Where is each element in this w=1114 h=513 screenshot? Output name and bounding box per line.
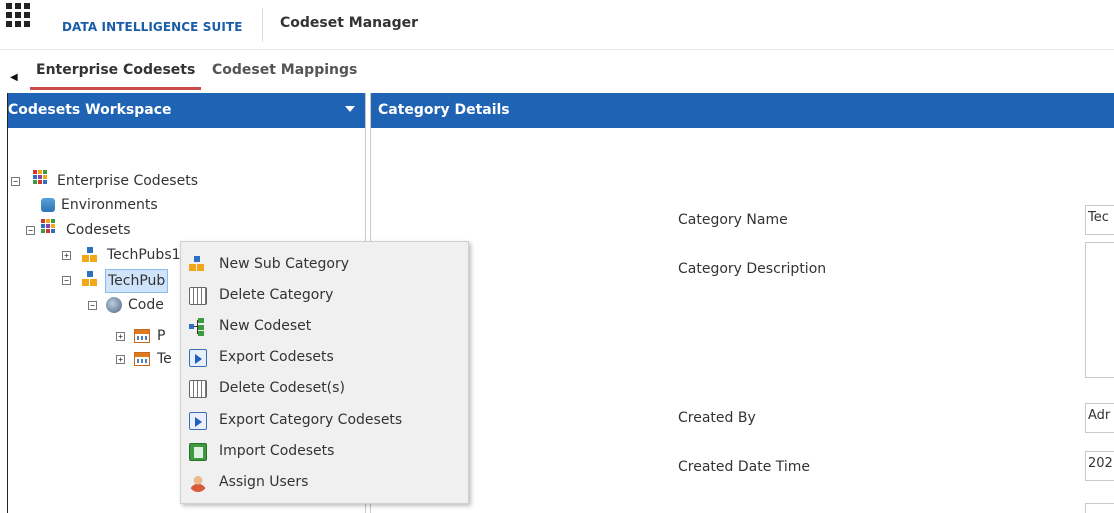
category-icon: [82, 247, 98, 263]
menu-import-codesets[interactable]: Import Codesets: [181, 437, 470, 467]
app-launcher-icon[interactable]: [6, 3, 30, 27]
collapse-toggle-icon[interactable]: −: [88, 301, 97, 310]
collapse-toggle-icon[interactable]: −: [62, 276, 71, 285]
created-by-label: Created By: [678, 410, 756, 426]
sub-category-icon: [189, 256, 207, 274]
collapse-toggle-icon[interactable]: −: [11, 177, 20, 186]
tree-label: TechPubs1: [107, 247, 181, 263]
last-modified-field: [1085, 503, 1114, 513]
created-date-label: Created Date Time: [678, 459, 811, 475]
user-icon: [189, 474, 207, 492]
category-name-input[interactable]: Tec: [1085, 205, 1114, 235]
tab-codeset-mappings[interactable]: Codeset Mappings: [212, 60, 357, 90]
suite-name[interactable]: DATA INTELLIGENCE SUITE: [62, 20, 243, 34]
expand-toggle-icon[interactable]: +: [116, 355, 125, 364]
created-by-field: Adr: [1085, 403, 1114, 433]
category-name-label: Category Name: [678, 212, 788, 228]
tree-label: Environments: [61, 197, 158, 213]
tree-label: Codesets: [66, 222, 131, 238]
codesets-icon: [41, 219, 55, 233]
table-icon: [134, 329, 150, 343]
codes-icon: [106, 297, 122, 313]
menu-export-codesets[interactable]: Export Codesets: [181, 343, 470, 373]
table-icon: [134, 352, 150, 366]
expand-toggle-icon[interactable]: +: [116, 332, 125, 341]
tab-bar: ◀ Enterprise Codesets Codeset Mappings: [0, 50, 1114, 92]
collapse-toggle-icon[interactable]: −: [26, 226, 35, 235]
menu-delete-codesets[interactable]: Delete Codeset(s): [181, 374, 470, 404]
export-icon: [189, 349, 207, 367]
category-description-label: Category Description: [678, 261, 827, 277]
workspace-dropdown-icon[interactable]: [345, 106, 355, 112]
import-excel-icon: [189, 443, 207, 461]
tree-label: Enterprise Codesets: [57, 173, 198, 189]
menu-export-category-codesets[interactable]: Export Category Codesets: [181, 406, 470, 436]
category-icon: [82, 271, 98, 287]
menu-assign-users[interactable]: Assign Users: [181, 468, 470, 498]
category-details-panel: Category Details Category Name Tec Categ…: [371, 93, 1114, 513]
tree-label: P: [157, 328, 166, 344]
tab-enterprise-codesets[interactable]: Enterprise Codesets: [30, 60, 202, 90]
environments-icon: [41, 198, 55, 212]
menu-delete-category[interactable]: Delete Category: [181, 281, 470, 311]
context-menu: New Sub Category Delete Category New Cod…: [180, 241, 469, 504]
tree-label: Code: [128, 297, 164, 313]
tree-node-environments[interactable]: Environments: [41, 194, 158, 218]
menu-new-sub-category[interactable]: New Sub Category: [181, 250, 470, 280]
category-description-input[interactable]: [1085, 242, 1114, 378]
tree-label-selected: TechPub: [105, 269, 169, 293]
export-icon: [189, 412, 207, 430]
category-details-title: Category Details: [371, 93, 1114, 128]
enterprise-codesets-icon: [33, 170, 47, 184]
codeset-tree-icon: [189, 318, 207, 336]
tree-label: Te: [157, 351, 172, 367]
created-date-field: 202: [1085, 451, 1114, 481]
title-divider: [262, 8, 263, 42]
trash-icon: [189, 380, 207, 398]
page-title: Codeset Manager: [280, 15, 419, 31]
workspace-header: Codesets Workspace: [8, 93, 365, 128]
trash-icon: [189, 287, 207, 305]
top-bar: DATA INTELLIGENCE SUITE Codeset Manager: [0, 0, 1114, 50]
collapse-left-icon[interactable]: ◀: [10, 72, 18, 83]
menu-new-codeset[interactable]: New Codeset: [181, 312, 470, 342]
workspace-title: Codesets Workspace: [8, 102, 172, 118]
expand-toggle-icon[interactable]: +: [62, 251, 71, 260]
